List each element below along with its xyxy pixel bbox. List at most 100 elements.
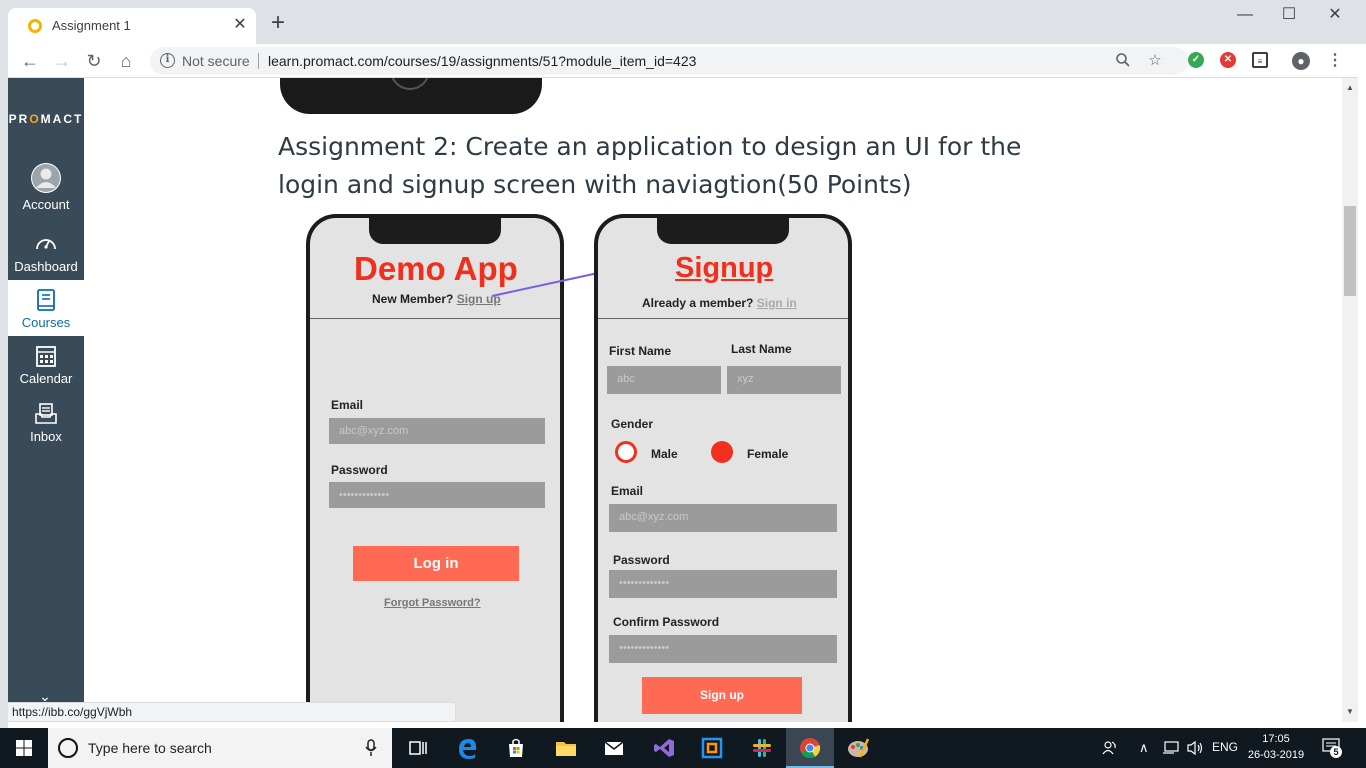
- tray-chevron-icon[interactable]: ∧: [1139, 740, 1149, 756]
- phone-notch: [369, 218, 501, 244]
- signup-password-field: •••••••••••••: [609, 570, 837, 598]
- password-field: •••••••••••••: [329, 482, 545, 508]
- signup-password-label: Password: [613, 553, 670, 567]
- mail-icon[interactable]: [602, 736, 626, 760]
- sidebar-item-label: Account: [22, 197, 70, 212]
- blocker-extension-icon[interactable]: ✕: [1220, 52, 1236, 68]
- global-nav-sidebar: PROMACT Account Dashboard Courses Calend…: [8, 78, 84, 722]
- assignment-heading: Assignment 2: Create an application to d…: [278, 132, 1022, 199]
- search-placeholder: Type here to search: [88, 740, 212, 756]
- task-view-icon[interactable]: [406, 736, 430, 760]
- chrome-menu-icon[interactable]: ⋮: [1326, 52, 1344, 70]
- chrome-taskbar-active[interactable]: [786, 728, 834, 768]
- sidebar-item-inbox[interactable]: Inbox: [8, 402, 84, 458]
- browser-toolbar: ← → ↻ ⌂ i Not secure learn.promact.com/c…: [8, 44, 1358, 78]
- chrome-icon: [800, 738, 821, 759]
- address-bar[interactable]: i Not secure learn.promact.com/courses/1…: [150, 47, 1188, 75]
- home-button[interactable]: ⌂: [114, 49, 138, 73]
- scroll-up-icon[interactable]: ▲: [1342, 80, 1358, 96]
- header-divider: [598, 318, 848, 319]
- new-tab-button[interactable]: +: [266, 11, 290, 36]
- tab-favicon-icon: [28, 19, 42, 33]
- omnibox-divider: [258, 53, 259, 69]
- courses-icon: [37, 289, 55, 311]
- signup-email-field: abc@xyz.com: [609, 504, 837, 532]
- reload-button[interactable]: ↻: [82, 49, 106, 73]
- signup-button: Sign up: [642, 677, 802, 714]
- email-field: abc@xyz.com: [329, 418, 545, 444]
- confirm-password-field: •••••••••••••: [609, 635, 837, 663]
- scroll-thumb[interactable]: [1344, 206, 1356, 296]
- network-icon[interactable]: [1162, 741, 1180, 755]
- taskbar-clock[interactable]: 17:05 26-03-2019: [1244, 731, 1308, 763]
- header-divider: [310, 318, 560, 319]
- signup-app-title: Signup: [675, 252, 774, 284]
- tab-title: Assignment 1: [52, 18, 131, 33]
- assignment-content: Assignment 2: Create an application to d…: [84, 78, 1342, 722]
- visual-studio-icon[interactable]: [652, 736, 676, 760]
- bookmark-star-icon[interactable]: ☆: [1146, 52, 1164, 70]
- zoom-icon[interactable]: [1114, 52, 1132, 70]
- already-member-text: Already a member? Sign in: [642, 296, 797, 310]
- phone-image-bottom: [280, 78, 542, 114]
- security-label: Not secure: [182, 53, 250, 69]
- url-text[interactable]: learn.promact.com/courses/19/assignments…: [268, 53, 696, 69]
- tab-close-icon[interactable]: ✕: [230, 15, 250, 35]
- maximize-button[interactable]: ☐: [1266, 4, 1312, 28]
- last-name-field: xyz: [727, 366, 841, 394]
- minimize-button[interactable]: —: [1222, 4, 1268, 28]
- calendar-icon: [36, 346, 56, 367]
- browser-tab[interactable]: Assignment 1 ✕: [8, 8, 256, 44]
- app-icon[interactable]: [700, 736, 724, 760]
- signin-link: Sign in: [756, 296, 797, 310]
- signup-phone-mockup[interactable]: Signup Already a member? Sign in First N…: [594, 214, 852, 722]
- forgot-password-link: Forgot Password?: [384, 597, 481, 609]
- volume-icon[interactable]: [1186, 740, 1204, 756]
- store-icon[interactable]: [504, 736, 528, 760]
- sidebar-item-account[interactable]: Account: [8, 162, 84, 218]
- action-center-icon[interactable]: 5: [1322, 738, 1344, 758]
- promact-logo[interactable]: PROMACT: [8, 112, 84, 126]
- clock-time: 17:05: [1262, 733, 1290, 745]
- clock-date: 26-03-2019: [1247, 749, 1305, 761]
- collapse-chevron-icon[interactable]: ⌄: [38, 688, 52, 704]
- slack-icon[interactable]: [750, 736, 774, 760]
- edge-browser-icon[interactable]: [456, 736, 480, 760]
- back-button[interactable]: ←: [18, 49, 42, 73]
- profile-avatar-icon[interactable]: ●: [1292, 52, 1310, 70]
- login-button: Log in: [353, 546, 519, 581]
- male-radio: [615, 441, 637, 463]
- browser-titlebar: Assignment 1 ✕ + — ☐ ✕: [0, 0, 1366, 44]
- shield-extension-icon[interactable]: ✓: [1188, 52, 1204, 68]
- email-label: Email: [331, 398, 364, 412]
- sidebar-item-label: Dashboard: [14, 259, 78, 274]
- taskbar-search[interactable]: Type here to search: [48, 728, 392, 768]
- file-explorer-icon[interactable]: [554, 736, 578, 760]
- scroll-down-icon[interactable]: ▼: [1342, 704, 1358, 720]
- dashboard-icon: [36, 239, 56, 250]
- windows-start-icon[interactable]: [12, 736, 36, 760]
- paint-icon[interactable]: [846, 736, 870, 760]
- sidebar-item-dashboard[interactable]: Dashboard: [8, 230, 84, 286]
- inbox-icon: [35, 403, 57, 424]
- window-edge: [0, 0, 8, 768]
- page-scrollbar[interactable]: ▲ ▼: [1342, 78, 1358, 722]
- sidebar-item-calendar[interactable]: Calendar: [8, 344, 84, 400]
- phone-notch: [657, 218, 789, 244]
- male-label: Male: [651, 447, 678, 461]
- microphone-icon[interactable]: [364, 739, 378, 757]
- first-name-label: First Name: [609, 344, 672, 358]
- new-member-text: New Member? Sign up: [372, 292, 501, 306]
- close-window-button[interactable]: ✕: [1312, 4, 1358, 28]
- sidebar-item-courses[interactable]: Courses: [8, 280, 84, 336]
- confirm-password-label: Confirm Password: [613, 615, 720, 629]
- menu-extension-icon[interactable]: ≡: [1252, 52, 1268, 68]
- site-info-icon[interactable]: i: [160, 53, 175, 68]
- sidebar-item-label: Calendar: [19, 371, 73, 386]
- account-icon: [31, 163, 61, 193]
- cortana-icon: [58, 738, 78, 758]
- password-label: Password: [331, 463, 388, 477]
- people-icon[interactable]: [1102, 740, 1118, 756]
- forward-button[interactable]: →: [50, 49, 74, 73]
- language-indicator[interactable]: ENG: [1212, 740, 1238, 754]
